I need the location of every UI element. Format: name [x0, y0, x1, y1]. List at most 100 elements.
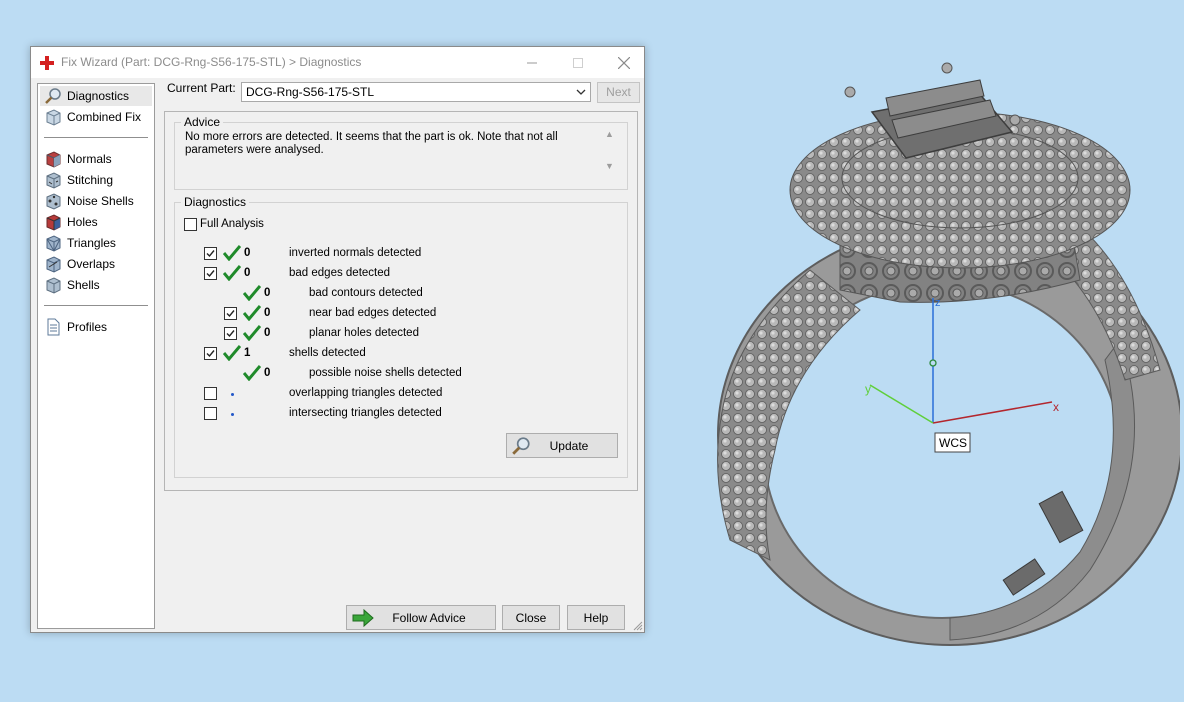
cube-icon: [46, 109, 61, 126]
sidebar-item-shells[interactable]: Shells: [40, 275, 152, 295]
sidebar-item-label: Stitching: [67, 173, 114, 187]
green-check-icon: [223, 245, 241, 261]
sidebar-item-label: Overlaps: [67, 257, 116, 271]
pending-dot-icon: [231, 393, 234, 396]
sidebar-item-label: Diagnostics: [67, 89, 130, 103]
maximize-button[interactable]: [555, 47, 601, 78]
pending-dot-icon: [231, 413, 234, 416]
green-check-icon: [243, 365, 261, 381]
row-checkbox[interactable]: [204, 247, 217, 260]
fix-wizard-dialog: Fix Wizard (Part: DCG-Rng-S56-175-STL) >…: [30, 46, 645, 633]
green-check-icon: [223, 345, 241, 361]
maximize-icon: [573, 57, 583, 68]
scroll-down-icon[interactable]: ▼: [605, 161, 614, 171]
full-analysis-checkbox[interactable]: [184, 218, 197, 231]
axis-x-label: x: [1053, 400, 1059, 414]
minimize-button[interactable]: [509, 47, 555, 78]
close-button[interactable]: Close: [502, 605, 560, 630]
next-button[interactable]: Next: [597, 82, 640, 103]
row-count: 0: [244, 247, 251, 259]
noise-shells-icon: [46, 193, 61, 210]
wizard-sidebar: Diagnostics Combined Fix Normals Stitchi…: [37, 83, 155, 629]
sidebar-divider: [44, 305, 148, 306]
row-count: 0: [264, 367, 271, 379]
axis-y-label: y: [865, 382, 871, 396]
sidebar-item-label: Triangles: [67, 236, 116, 250]
row-checkbox[interactable]: [204, 347, 217, 360]
sidebar-item-label: Combined Fix: [67, 110, 142, 124]
sidebar-divider: [44, 137, 148, 138]
sidebar-item-label: Profiles: [67, 320, 108, 334]
close-window-button[interactable]: [601, 47, 647, 78]
minimize-icon: [527, 62, 537, 63]
checkmark-icon: [226, 310, 235, 318]
wcs-label: WCS: [939, 436, 967, 450]
row-label: overlapping triangles detected: [289, 387, 443, 399]
diagnostics-panel: Advice No more errors are detected. It s…: [164, 111, 638, 491]
row-count: 0: [244, 267, 251, 279]
chevron-down-icon: [576, 89, 586, 95]
help-button[interactable]: Help: [567, 605, 625, 630]
row-label: inverted normals detected: [289, 247, 422, 259]
sidebar-item-overlaps[interactable]: Overlaps: [40, 254, 152, 274]
scroll-up-icon[interactable]: ▲: [605, 129, 614, 139]
triangles-cube-icon: [46, 235, 61, 252]
3d-viewport[interactable]: z x y WCS: [660, 40, 1183, 670]
diagnostics-group: Diagnostics Full Analysis 0 inverted nor…: [174, 195, 628, 478]
resize-grip-icon[interactable]: [633, 621, 643, 631]
sidebar-item-noise-shells[interactable]: Noise Shells: [40, 191, 152, 211]
current-part-label: Current Part:: [167, 81, 236, 95]
title-bar[interactable]: Fix Wizard (Part: DCG-Rng-S56-175-STL) >…: [31, 47, 644, 78]
checkmark-icon: [206, 270, 215, 278]
shells-cube-icon: [46, 277, 61, 294]
sidebar-item-label: Shells: [67, 278, 100, 292]
row-label: possible noise shells detected: [309, 367, 462, 379]
close-icon: [618, 56, 630, 69]
green-arrow-icon: [352, 609, 374, 627]
row-count: 1: [244, 347, 251, 359]
document-icon: [47, 318, 60, 336]
sidebar-item-normals[interactable]: Normals: [40, 149, 152, 169]
green-check-icon: [223, 265, 241, 281]
axis-origin-marker: [929, 359, 937, 367]
advice-title: Advice: [181, 115, 224, 129]
ring-prong: [844, 86, 856, 98]
ring-prong: [941, 62, 953, 74]
holes-cube-icon: [46, 214, 61, 231]
follow-advice-label: Follow Advice: [392, 610, 466, 625]
row-checkbox[interactable]: [204, 387, 217, 400]
row-label: bad edges detected: [289, 267, 391, 279]
sidebar-item-diagnostics[interactable]: Diagnostics: [40, 86, 152, 106]
sidebar-item-label: Holes: [67, 215, 98, 229]
update-button[interactable]: Update: [506, 433, 618, 458]
row-label: near bad edges detected: [309, 307, 437, 319]
row-checkbox[interactable]: [204, 267, 217, 280]
sidebar-item-label: Noise Shells: [67, 194, 134, 208]
sidebar-item-stitching[interactable]: Stitching: [40, 170, 152, 190]
sidebar-item-profiles[interactable]: Profiles: [40, 317, 152, 337]
row-label: shells detected: [289, 347, 366, 359]
window-title: Fix Wizard (Part: DCG-Rng-S56-175-STL) >…: [61, 55, 362, 69]
sidebar-item-holes[interactable]: Holes: [40, 212, 152, 232]
follow-advice-button[interactable]: Follow Advice: [346, 605, 496, 630]
current-part-select[interactable]: DCG-Rng-S56-175-STL: [241, 82, 591, 102]
row-checkbox[interactable]: [204, 407, 217, 420]
ring-prong: [1009, 114, 1021, 126]
axis-z-label: z: [935, 297, 941, 309]
diagnostics-title: Diagnostics: [181, 195, 250, 209]
sidebar-item-triangles[interactable]: Triangles: [40, 233, 152, 253]
row-checkbox[interactable]: [224, 307, 237, 320]
normals-cube-icon: [46, 151, 61, 168]
current-part-value: DCG-Rng-S56-175-STL: [246, 85, 375, 99]
green-check-icon: [243, 305, 261, 321]
magnifier-icon: [45, 88, 61, 104]
row-label: bad contours detected: [309, 287, 423, 299]
sidebar-item-combined-fix[interactable]: Combined Fix: [40, 107, 152, 127]
update-label: Update: [549, 438, 589, 453]
row-checkbox[interactable]: [224, 327, 237, 340]
red-cross-icon: [40, 56, 54, 70]
advice-text: No more errors are detected. It seems th…: [185, 131, 558, 156]
row-count: 0: [264, 327, 271, 339]
green-check-icon: [243, 285, 261, 301]
stitching-cube-icon: [46, 172, 61, 189]
